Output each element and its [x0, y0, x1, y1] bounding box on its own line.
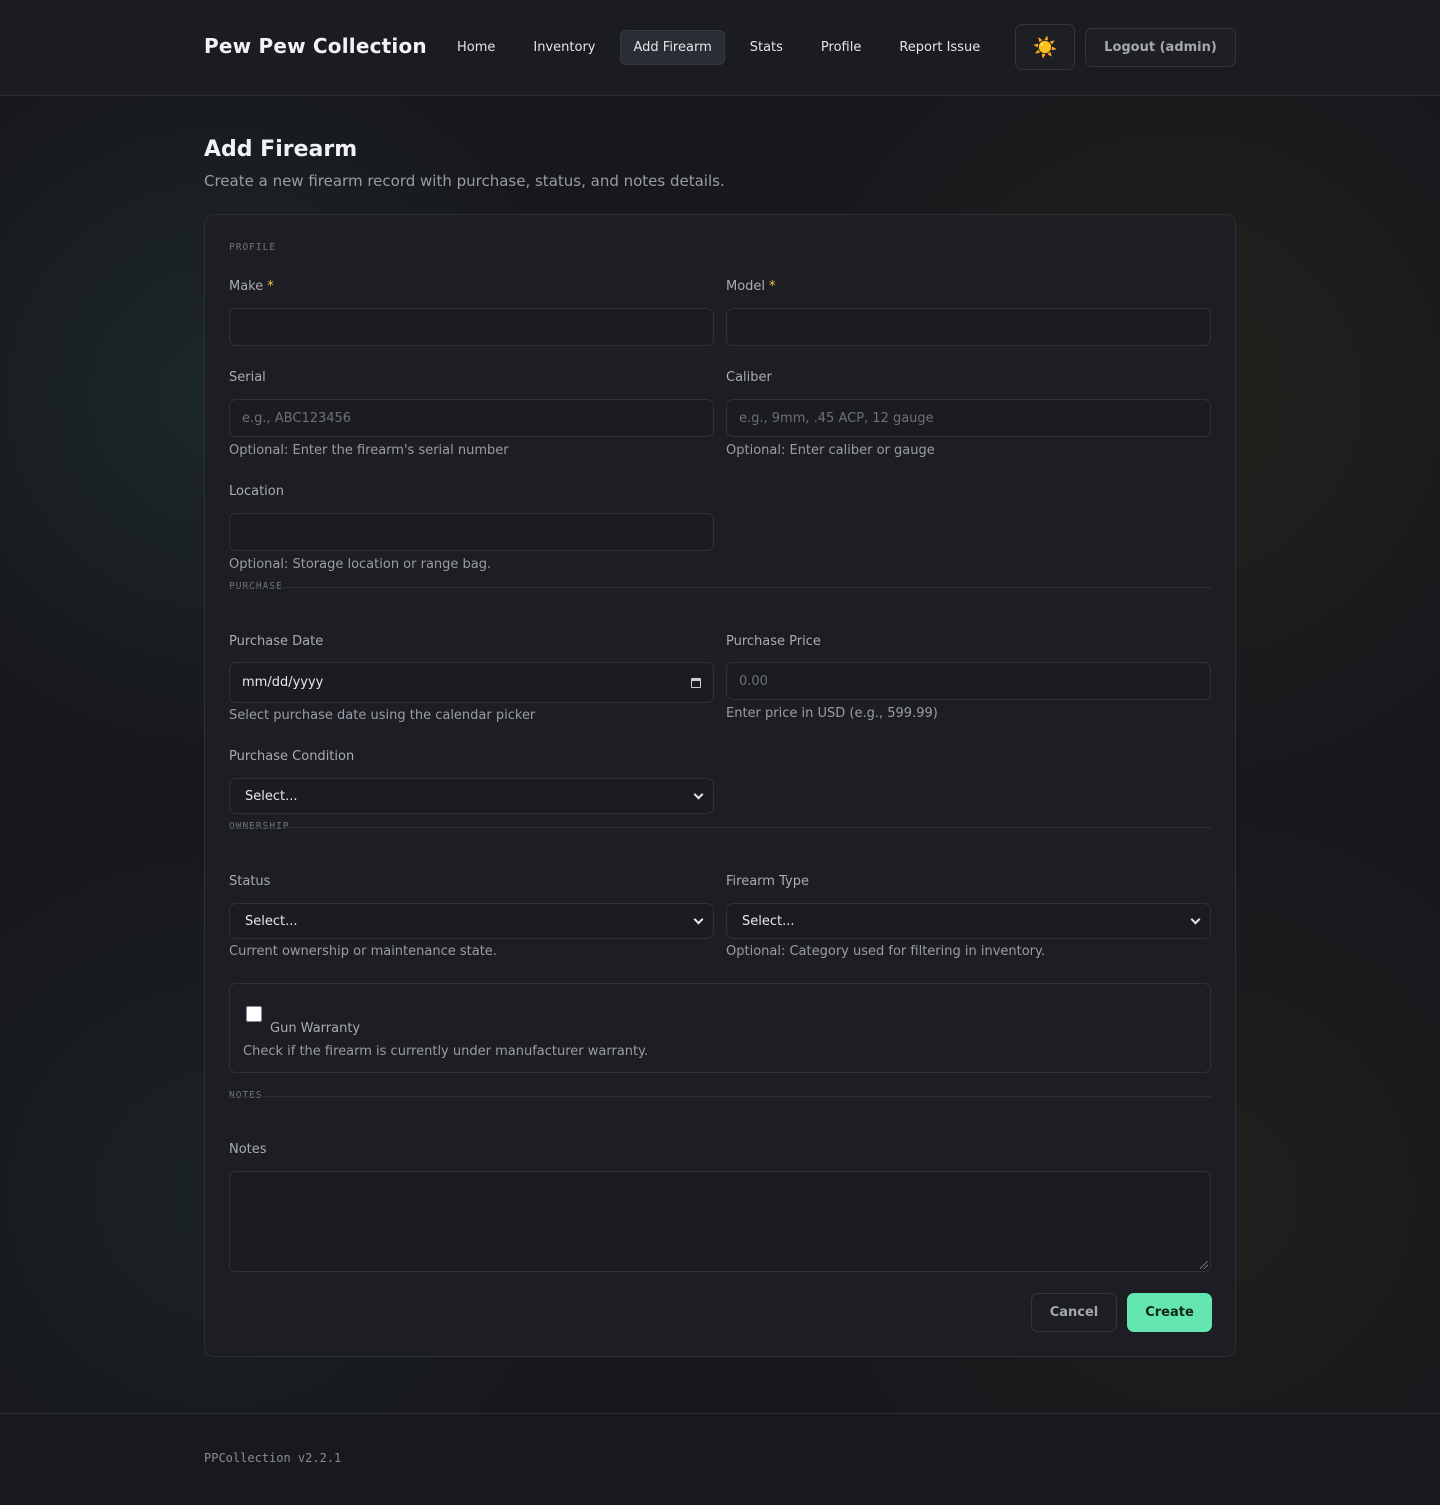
- page-title: Add Firearm: [204, 137, 358, 162]
- chevron-down-icon: [693, 789, 704, 799]
- status-select[interactable]: Select...: [229, 903, 714, 939]
- make-label: Make *: [229, 279, 274, 294]
- caliber-label: Caliber: [726, 370, 772, 385]
- location-label: Location: [229, 484, 284, 499]
- caliber-input[interactable]: [726, 399, 1211, 437]
- brand-title[interactable]: Pew Pew Collection: [204, 34, 427, 58]
- required-marker: *: [267, 279, 274, 294]
- purchase-date-help: Select purchase date using the calendar …: [229, 708, 536, 723]
- resize-handle-icon[interactable]: [1200, 1261, 1208, 1269]
- nav-report-issue[interactable]: Report Issue: [886, 30, 993, 65]
- calendar-icon[interactable]: [691, 677, 701, 688]
- firearm-type-help: Optional: Category used for filtering in…: [726, 944, 1046, 959]
- nav-stats[interactable]: Stats: [737, 30, 796, 65]
- nav-add-firearm[interactable]: Add Firearm: [620, 30, 725, 65]
- nav-profile[interactable]: Profile: [808, 30, 874, 65]
- purchase-condition-select[interactable]: Select...: [229, 778, 714, 814]
- section-divider: [229, 827, 1211, 828]
- firearm-type-select[interactable]: Select...: [726, 903, 1211, 939]
- purchase-date-label: Purchase Date: [229, 634, 324, 649]
- notes-textarea[interactable]: [229, 1171, 1211, 1272]
- warranty-checkbox[interactable]: [246, 1006, 262, 1022]
- location-input[interactable]: [229, 513, 714, 551]
- purchase-price-help: Enter price in USD (e.g., 599.99): [726, 706, 938, 721]
- purchase-price-label: Purchase Price: [726, 634, 821, 649]
- serial-help: Optional: Enter the firearm's serial num…: [229, 443, 509, 458]
- purchase-condition-label: Purchase Condition: [229, 749, 355, 764]
- section-divider: [229, 587, 1211, 588]
- page-subtitle: Create a new firearm record with purchas…: [204, 172, 725, 190]
- model-input[interactable]: [726, 308, 1211, 346]
- location-help: Optional: Storage location or range bag.: [229, 557, 492, 572]
- serial-input[interactable]: [229, 399, 714, 437]
- nav-inventory[interactable]: Inventory: [520, 30, 608, 65]
- chevron-down-icon: [1190, 914, 1201, 924]
- theme-toggle-button[interactable]: ☀️: [1015, 24, 1075, 70]
- top-navbar: Pew Pew Collection Home Inventory Add Fi…: [0, 0, 1440, 96]
- warranty-label[interactable]: Gun Warranty: [270, 1021, 360, 1036]
- purchase-date-input[interactable]: mm/dd/yyyy: [229, 662, 714, 703]
- create-button[interactable]: Create: [1127, 1293, 1212, 1332]
- sun-icon: ☀️: [1032, 35, 1058, 59]
- warranty-help: Check if the firearm is currently under …: [243, 1044, 649, 1059]
- status-label: Status: [229, 874, 271, 889]
- purchase-price-input[interactable]: [726, 662, 1211, 700]
- section-divider: [229, 1096, 1211, 1097]
- purchase-condition-selected: Select...: [245, 788, 298, 804]
- nav-home[interactable]: Home: [444, 30, 508, 65]
- serial-label: Serial: [229, 370, 266, 385]
- purchase-date-value: mm/dd/yyyy: [242, 675, 324, 690]
- footer: PPCollection v2.2.1: [0, 1413, 1440, 1505]
- model-label: Model *: [726, 279, 776, 294]
- status-help: Current ownership or maintenance state.: [229, 944, 497, 959]
- caliber-help: Optional: Enter caliber or gauge: [726, 443, 935, 458]
- section-label-profile: PROFILE: [229, 242, 277, 253]
- notes-label: Notes: [229, 1142, 267, 1157]
- main-nav: Home Inventory Add Firearm Stats Profile…: [444, 30, 1005, 65]
- logout-button[interactable]: Logout (admin): [1085, 28, 1236, 67]
- add-firearm-form: PROFILE Make* Model* Serial Optional: En…: [204, 214, 1236, 1357]
- footer-version: PPCollection v2.2.1: [204, 1451, 342, 1465]
- status-selected: Select...: [245, 913, 298, 929]
- make-input[interactable]: [229, 308, 714, 346]
- warranty-box: Gun Warranty Check if the firearm is cur…: [229, 983, 1211, 1073]
- firearm-type-selected: Select...: [742, 913, 795, 929]
- required-marker: *: [769, 279, 776, 294]
- firearm-type-label: Firearm Type: [726, 874, 809, 889]
- cancel-button[interactable]: Cancel: [1031, 1293, 1117, 1332]
- chevron-down-icon: [693, 914, 704, 924]
